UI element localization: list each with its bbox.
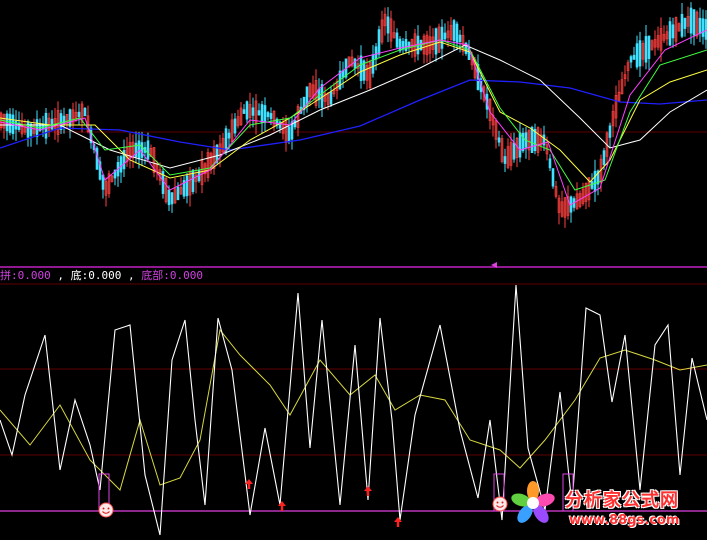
candle-body — [374, 46, 378, 60]
candle-body — [263, 105, 267, 123]
legend-label: 拼 — [0, 269, 11, 282]
indicator-legend: 拼: 0.000 , 底: 0.000 , 底部: 0.000 — [0, 269, 203, 282]
candle-body — [5, 113, 9, 132]
candle-body — [608, 125, 612, 138]
candle-body — [452, 20, 456, 41]
candle-body — [245, 101, 249, 120]
candle-body — [551, 168, 555, 187]
candle-body — [629, 56, 633, 63]
red-up-arrow-icon — [364, 486, 372, 496]
candle-body — [638, 40, 642, 67]
candle-body — [50, 118, 54, 130]
candle-body — [353, 58, 357, 69]
watermark-title: 分析家公式网 — [565, 490, 679, 511]
candle-body — [671, 24, 675, 39]
candle-body — [395, 32, 399, 48]
red-up-arrow-icon — [394, 517, 402, 527]
candle-body — [701, 18, 705, 37]
watermark-url: www.88gs.com — [569, 513, 680, 528]
candle-body — [170, 192, 174, 205]
signal-arrows — [245, 479, 402, 527]
candle-body — [668, 21, 672, 46]
legend-label: 底部 — [141, 269, 164, 282]
watermark: 分析家公式网 www.88gs.com — [505, 484, 707, 534]
candle-body — [635, 43, 639, 68]
candle-body — [8, 113, 12, 133]
legend-value: 0.000 — [17, 269, 51, 282]
candle-body — [26, 121, 30, 138]
candle-body — [407, 41, 411, 49]
candle-body — [68, 109, 72, 127]
candle-body — [698, 17, 702, 34]
candle-body — [266, 112, 270, 118]
candle-body — [692, 9, 696, 36]
candle-body — [632, 54, 636, 60]
candle-body — [269, 113, 273, 119]
candle-body — [518, 132, 522, 158]
candle-body — [512, 142, 516, 160]
candle-body — [644, 36, 648, 63]
smiley-face-icon — [98, 502, 114, 518]
price-panel[interactable] — [0, 2, 707, 228]
candle-body — [320, 84, 324, 108]
candle-body — [119, 156, 123, 173]
legend-item-3: 底部: 0.000 — [141, 269, 203, 282]
candle-body — [242, 109, 246, 114]
candle-body — [227, 132, 231, 139]
candle-body — [371, 54, 375, 74]
candle-body — [359, 55, 363, 81]
candle-body — [497, 137, 501, 143]
candle-body — [683, 17, 687, 29]
candle-body — [59, 113, 63, 130]
candle-body — [176, 186, 180, 201]
candle-body — [443, 32, 447, 40]
candle-body — [287, 126, 291, 142]
candle-body — [146, 140, 150, 160]
legend-value: 0.000 — [169, 269, 203, 282]
legend-label: 底 — [70, 269, 82, 282]
legend-item-2: 底: 0.000 — [70, 269, 122, 282]
candle-body — [593, 170, 597, 192]
candle-body — [257, 110, 261, 116]
candle-body — [77, 111, 81, 117]
candle-body — [44, 112, 48, 139]
candle-body — [293, 120, 297, 128]
candle-body — [167, 189, 171, 206]
candles — [0, 2, 707, 228]
candle-body — [377, 29, 381, 55]
candle-body — [233, 118, 237, 134]
candle-body — [440, 26, 444, 49]
candle-body — [548, 158, 552, 169]
candle-body — [386, 16, 390, 34]
legend-item-1: 拼: 0.000 — [0, 269, 51, 282]
candle-body — [530, 126, 534, 154]
candle-body — [647, 35, 651, 59]
candle-body — [329, 91, 333, 105]
candle-body — [140, 142, 144, 158]
candle-body — [503, 156, 507, 164]
candle-body — [602, 150, 606, 166]
candle-body — [398, 38, 402, 52]
candle-body — [35, 119, 39, 138]
candle-body — [185, 175, 189, 197]
candle-body — [260, 104, 264, 123]
oscillator-yellow-line — [0, 328, 707, 491]
candle-body — [83, 107, 87, 117]
candle-body — [458, 34, 462, 42]
candle-body — [455, 23, 459, 43]
candle-body — [689, 7, 693, 34]
legend-value: 0.000 — [88, 269, 122, 282]
candle-body — [251, 107, 255, 116]
candle-body — [680, 14, 684, 37]
